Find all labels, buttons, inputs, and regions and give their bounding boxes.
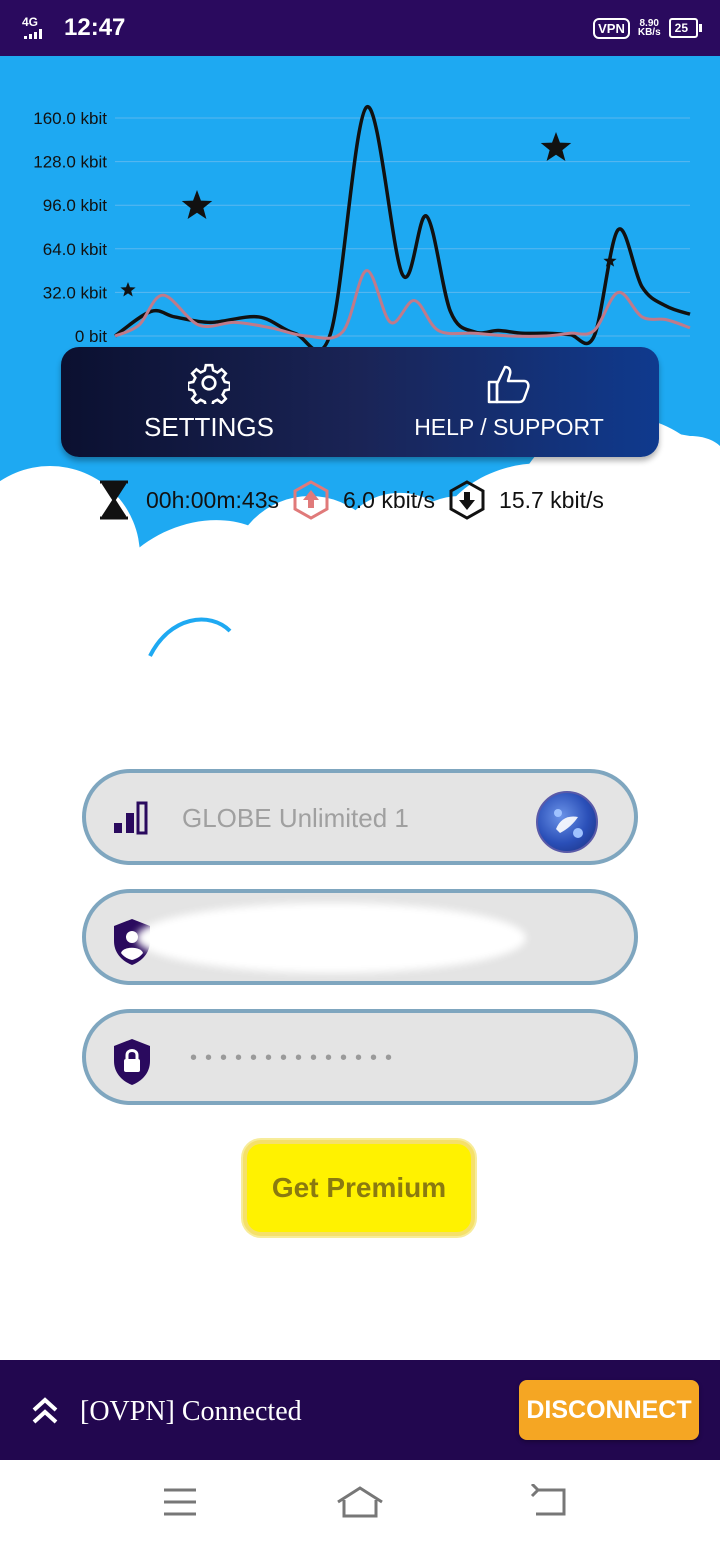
y-tick-label: 64.0 kbit (43, 240, 108, 259)
password-field[interactable]: •••••••••••••• (82, 1009, 638, 1105)
network-indicator: 4G (22, 15, 58, 39)
stats-row: 00h:00m:43s 6.0 kbit/s 15.7 kbit/s (96, 480, 618, 520)
gear-icon (188, 363, 230, 404)
star-icon (181, 190, 213, 219)
globe-logo (536, 791, 598, 853)
menu-icon[interactable] (160, 1484, 200, 1520)
download-stat: 15.7 kbit/s (449, 480, 604, 520)
help-support-button[interactable]: HELP / SUPPORT (391, 347, 627, 457)
lock-shield-icon (114, 1039, 150, 1085)
settings-button[interactable]: SETTINGS (101, 347, 317, 457)
home-icon[interactable] (334, 1484, 386, 1520)
thumbs-up-icon (487, 365, 530, 403)
connection-status: [OVPN] Connected (80, 1396, 302, 1427)
connection-bar: [OVPN] Connected DISCONNECT (0, 1360, 720, 1460)
y-tick-label: 96.0 kbit (43, 196, 108, 215)
help-support-label: HELP / SUPPORT (414, 413, 604, 440)
network-selector[interactable]: GLOBE Unlimited 1 (82, 769, 638, 865)
vpn-badge: VPN (593, 17, 630, 39)
action-card: SETTINGS HELP / SUPPORT (61, 347, 659, 457)
download-speed: 15.7 kbit/s (499, 486, 604, 513)
upload-stat: 6.0 kbit/s (293, 480, 435, 520)
star-icon (120, 282, 136, 297)
disconnect-button[interactable]: DISCONNECT (519, 1380, 699, 1440)
get-premium-button[interactable]: Get Premium (243, 1140, 475, 1236)
password-mask: •••••••••••••• (190, 1047, 401, 1069)
signal-icon (24, 29, 42, 39)
y-tick-label: 0 bit (75, 327, 107, 346)
elapsed-time: 00h:00m:43s (146, 486, 279, 513)
battery-icon: 25 (668, 18, 703, 38)
star-icon (540, 132, 572, 161)
upload-icon (293, 480, 329, 520)
download-icon (449, 480, 485, 520)
double-chevron-up-icon[interactable] (30, 1396, 60, 1426)
system-nav-bar (0, 1460, 720, 1544)
net-speed: 8.90 KB/s (637, 19, 661, 38)
signal-bars-icon (114, 801, 148, 835)
traffic-chart: 160.0 kbit 128.0 kbit 96.0 kbit 64.0 kbit 32… (33, 105, 691, 353)
battery-level: 25 (674, 21, 688, 35)
net-speed-unit: KB/s (637, 27, 661, 38)
y-tick-label: 160.0 kbit (33, 109, 107, 128)
clock: 12:47 (64, 14, 126, 41)
username-field[interactable] (82, 889, 638, 985)
y-tick-label: 32.0 kbit (43, 283, 108, 302)
upload-speed: 6.0 kbit/s (342, 486, 436, 513)
back-icon[interactable] (528, 1484, 568, 1520)
network-option-label: GLOBE Unlimited 1 (182, 803, 409, 833)
hourglass-icon (100, 480, 128, 520)
settings-label: SETTINGS (143, 411, 274, 442)
redacted-username (136, 903, 526, 973)
elapsed-time-stat: 00h:00m:43s (96, 480, 279, 520)
y-tick-label: 128.0 kbit (33, 153, 107, 172)
series-line-upload (114, 269, 691, 340)
globe-logo-mark (554, 809, 583, 838)
status-bar: 4G 12:47 VPN 8.90 KB/s 25 (0, 0, 720, 56)
network-type: 4G (22, 15, 39, 29)
